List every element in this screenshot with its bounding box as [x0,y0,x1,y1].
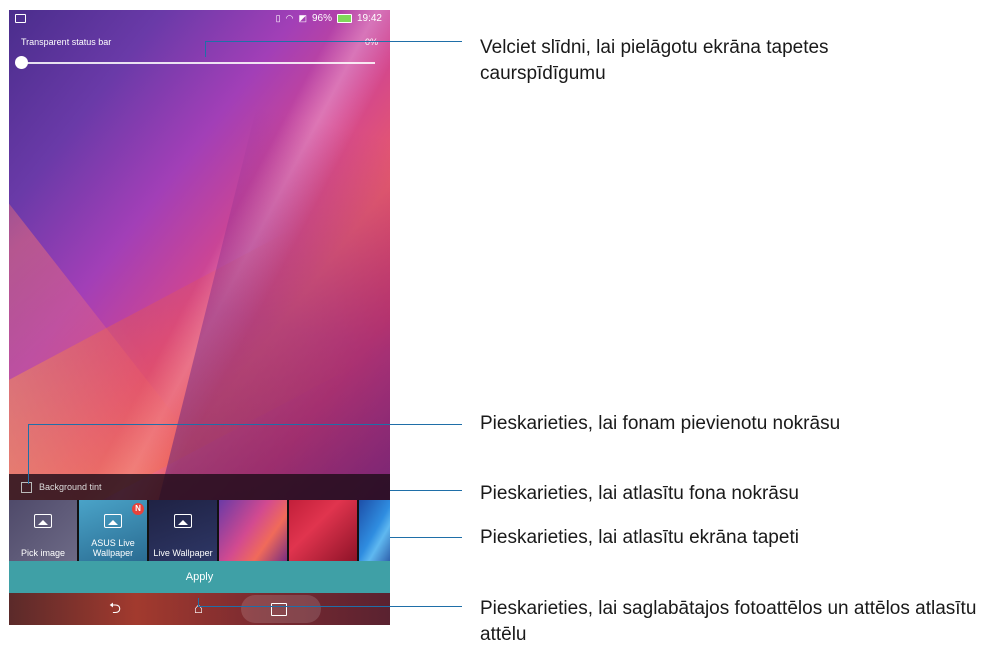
image-icon [34,514,52,528]
pick-image-thumb[interactable]: Pick image [9,500,77,561]
slider-value: 0% [364,37,378,47]
battery-icon [336,14,352,23]
callout-slider: Velciet slīdni, lai pielāgotu ekrāna tap… [480,37,829,84]
thumb-label: Pick image [20,548,65,558]
image-icon [104,514,122,528]
apply-button[interactable]: Apply [9,561,390,593]
callout-line [198,606,462,607]
callout-line [205,41,462,42]
callout-line [28,424,462,425]
phone-screen: ▯ ◠ ◩ 96% 19:42 Transparent status bar 0… [9,10,390,625]
wallpaper-strip: Pick image N ASUS Live Wallpaper Live Wa… [9,500,390,561]
callout-line [390,490,462,491]
image-icon [174,514,192,528]
no-sim-icon: ◩ [298,13,307,23]
slider-label: Transparent status bar [21,37,112,47]
callout-line [390,537,462,538]
wallpaper-thumb[interactable] [359,500,390,561]
status-bar: ▯ ◠ ◩ 96% 19:42 [9,10,390,28]
transparency-slider-knob[interactable] [15,56,28,69]
status-bar-right: ▯ ◠ ◩ 96% 19:42 [276,13,382,24]
back-icon[interactable]: ⮌ [109,600,121,618]
callout-tint-color: Pieskarieties, lai atlasītu fona nokrāsu [480,483,799,504]
wifi-icon: ◠ [285,13,294,23]
callout-line [205,41,206,57]
recent-apps-icon[interactable] [271,603,287,616]
asus-live-wallpaper-thumb[interactable]: N ASUS Live Wallpaper [79,500,147,561]
callout-gallery: Pieskarieties, lai saglabātajos fotoattē… [480,598,977,645]
new-badge: N [132,503,144,515]
background-tint-row[interactable]: Background tint [9,474,390,500]
callout-wallpaper: Pieskarieties, lai atlasītu ekrāna tapet… [480,527,799,548]
clock: 19:42 [356,13,382,24]
wallpaper-thumb[interactable] [289,500,357,561]
navigation-bar: ⮌ ⌂ [9,593,390,625]
background-tint-label: Background tint [39,482,102,492]
callout-line [198,598,199,606]
background-tint-checkbox[interactable] [21,482,32,493]
thumb-label: Live Wallpaper [153,548,213,558]
transparency-slider-track[interactable] [21,62,375,64]
gallery-icon [15,14,26,23]
live-wallpaper-thumb[interactable]: Live Wallpaper [149,500,217,561]
callout-line [28,424,29,484]
callout-tint-check: Pieskarieties, lai fonam pievienotu nokr… [480,413,841,434]
thumb-label: ASUS Live Wallpaper [91,538,135,558]
wallpaper-thumb[interactable] [219,500,287,561]
battery-percent: 96% [311,13,332,24]
vibrate-icon: ▯ [275,13,281,23]
